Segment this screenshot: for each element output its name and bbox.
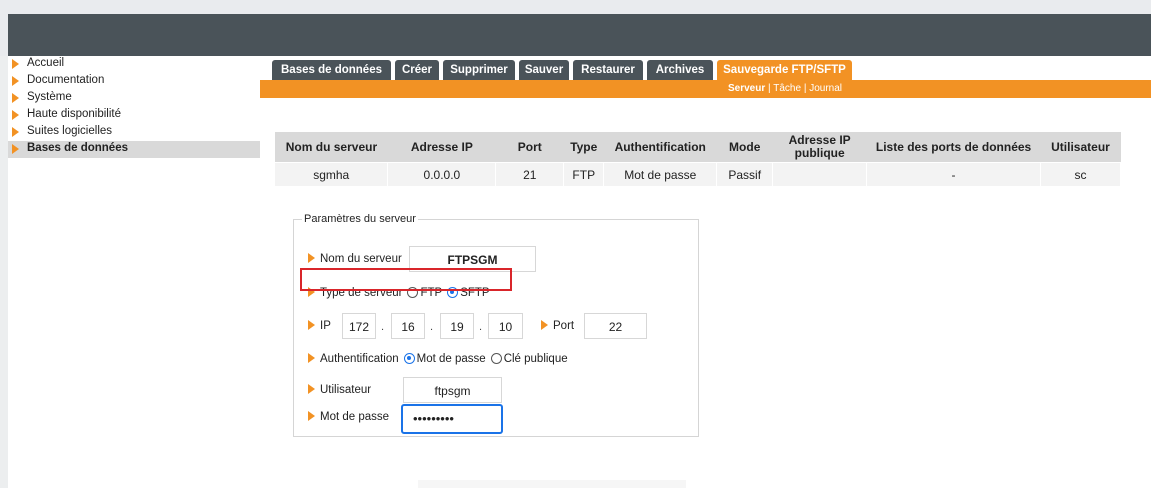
cell-user: sc — [1040, 162, 1122, 186]
sidebar-item-label: Système — [27, 91, 72, 103]
ip-octet-2-input[interactable]: 16 — [391, 313, 425, 339]
sidebar-item-documentation[interactable]: Documentation — [8, 73, 260, 90]
password-label: Mot de passe — [320, 411, 390, 423]
sidebar-item-bases-de-donnees[interactable]: Bases de données — [8, 141, 260, 158]
subnav-journal-link[interactable]: Journal — [809, 83, 842, 94]
ip-row: IP — [308, 320, 331, 332]
sidebar-item-label: Bases de données — [27, 142, 128, 154]
cell-mode: Passif — [716, 162, 774, 186]
auth-password-radio-label[interactable]: Mot de passe — [417, 353, 486, 365]
sidebar-item-haute-disponibilite[interactable]: Haute disponibilité — [8, 107, 260, 124]
column-header-authentification: Authentification — [603, 132, 717, 163]
tab-bases-de-donnees[interactable]: Bases de données — [272, 60, 391, 80]
arrow-right-icon — [308, 320, 315, 330]
tab-sauvegarde-ftp-sftp[interactable]: Sauvegarde FTP/SFTP — [717, 60, 852, 84]
sidebar-item-label: Haute disponibilité — [27, 108, 121, 120]
arrow-right-icon — [308, 253, 315, 263]
arrow-right-icon — [308, 384, 315, 394]
sub-navigation: Serveur | Tâche | Journal — [728, 83, 842, 94]
arrow-right-icon — [541, 320, 548, 330]
ip-separator: . — [381, 321, 385, 333]
column-header-port: Port — [495, 132, 564, 163]
window-edge — [0, 56, 8, 488]
auth-public-key-radio[interactable] — [490, 353, 502, 364]
auth-password-radio[interactable] — [403, 353, 415, 364]
subnav-separator: | — [768, 83, 771, 94]
arrow-right-icon — [12, 59, 19, 69]
arrow-right-icon — [308, 353, 315, 363]
cell-ip: 0.0.0.0 — [387, 162, 497, 186]
cell-server-name: sgmha — [275, 162, 389, 186]
sidebar-item-label: Documentation — [27, 74, 105, 86]
column-header-type: Type — [563, 132, 604, 163]
server-parameters-fieldset: Paramètres du serveur Nom du serveur FTP… — [293, 213, 699, 437]
arrow-right-icon — [12, 93, 19, 103]
user-row: Utilisateur — [308, 384, 371, 396]
fieldset-legend: Paramètres du serveur — [304, 213, 416, 225]
sidebar-item-label: Suites logicielles — [27, 125, 113, 137]
port-row: Port — [541, 320, 574, 332]
server-name-row: Nom du serveur — [308, 253, 402, 265]
top-header-bar — [8, 14, 1151, 56]
cell-auth: Mot de passe — [603, 162, 718, 186]
tab-archives[interactable]: Archives — [647, 60, 713, 80]
user-label: Utilisateur — [320, 384, 372, 396]
ip-octet-4-input[interactable]: 10 — [488, 313, 523, 339]
arrow-right-icon — [12, 144, 19, 154]
ip-octet-3-input[interactable]: 19 — [440, 313, 474, 339]
faded-background-panel — [418, 480, 686, 488]
password-input[interactable]: ••••••••• — [401, 404, 503, 434]
column-header-nom-du-serveur: Nom du serveur — [275, 132, 388, 163]
table-header-row: Nom du serveur Adresse IP Port Type Auth… — [275, 132, 1121, 163]
subnav-tache-link[interactable]: Tâche — [773, 83, 801, 94]
ip-separator: . — [479, 321, 483, 333]
cell-data-ports: - — [866, 162, 1041, 186]
sidebar-item-suites-logicielles[interactable]: Suites logicielles — [8, 124, 260, 141]
arrow-right-icon — [12, 127, 19, 137]
app-window: Accueil Documentation Système Haute disp… — [0, 0, 1151, 488]
ip-label: IP — [320, 320, 331, 332]
ip-octet-1-input[interactable]: 172 — [342, 313, 376, 339]
subnav-serveur-link[interactable]: Serveur — [728, 83, 765, 94]
sidebar-item-label: Accueil — [27, 57, 65, 69]
cell-type: FTP — [563, 162, 605, 186]
table-row[interactable]: sgmha 0.0.0.0 21 FTP Mot de passe Passif… — [275, 162, 1122, 186]
ip-separator: . — [430, 321, 434, 333]
tab-restaurer[interactable]: Restaurer — [573, 60, 643, 80]
server-type-highlight-box — [300, 268, 512, 291]
subnav-separator: | — [803, 83, 807, 94]
sub-navigation-bar — [260, 80, 1151, 98]
port-label: Port — [553, 320, 575, 332]
cell-port: 21 — [495, 162, 565, 186]
main-content: Bases de données Créer Supprimer Sauver … — [260, 56, 1151, 488]
auth-public-key-radio-label[interactable]: Clé publique — [504, 353, 568, 365]
column-header-liste-des-ports: Liste des ports de données — [866, 132, 1041, 163]
password-row: Mot de passe — [308, 411, 389, 423]
authentication-label: Authentification — [320, 353, 399, 365]
authentication-row: Authentification Mot de passe Clé publique — [308, 353, 568, 365]
sidebar: Accueil Documentation Système Haute disp… — [8, 56, 261, 488]
sidebar-item-accueil[interactable]: Accueil — [8, 56, 260, 73]
tab-creer[interactable]: Créer — [395, 60, 439, 80]
arrow-right-icon — [12, 76, 19, 86]
tab-sauver[interactable]: Sauver — [519, 60, 569, 80]
arrow-right-icon — [12, 110, 19, 120]
column-header-utilisateur: Utilisateur — [1040, 132, 1121, 163]
server-name-label: Nom du serveur — [320, 253, 402, 265]
arrow-right-icon — [308, 411, 315, 421]
cell-public-ip — [772, 162, 868, 186]
column-header-adresse-ip: Adresse IP — [387, 132, 496, 163]
column-header-mode: Mode — [716, 132, 773, 163]
port-input[interactable]: 22 — [584, 313, 647, 339]
user-input[interactable]: ftpsgm — [403, 377, 502, 403]
sidebar-item-systeme[interactable]: Système — [8, 90, 260, 107]
tab-supprimer[interactable]: Supprimer — [443, 60, 515, 80]
server-table: Nom du serveur Adresse IP Port Type Auth… — [275, 132, 1122, 186]
column-header-adresse-ip-publique: Adresse IP publique — [772, 132, 867, 163]
